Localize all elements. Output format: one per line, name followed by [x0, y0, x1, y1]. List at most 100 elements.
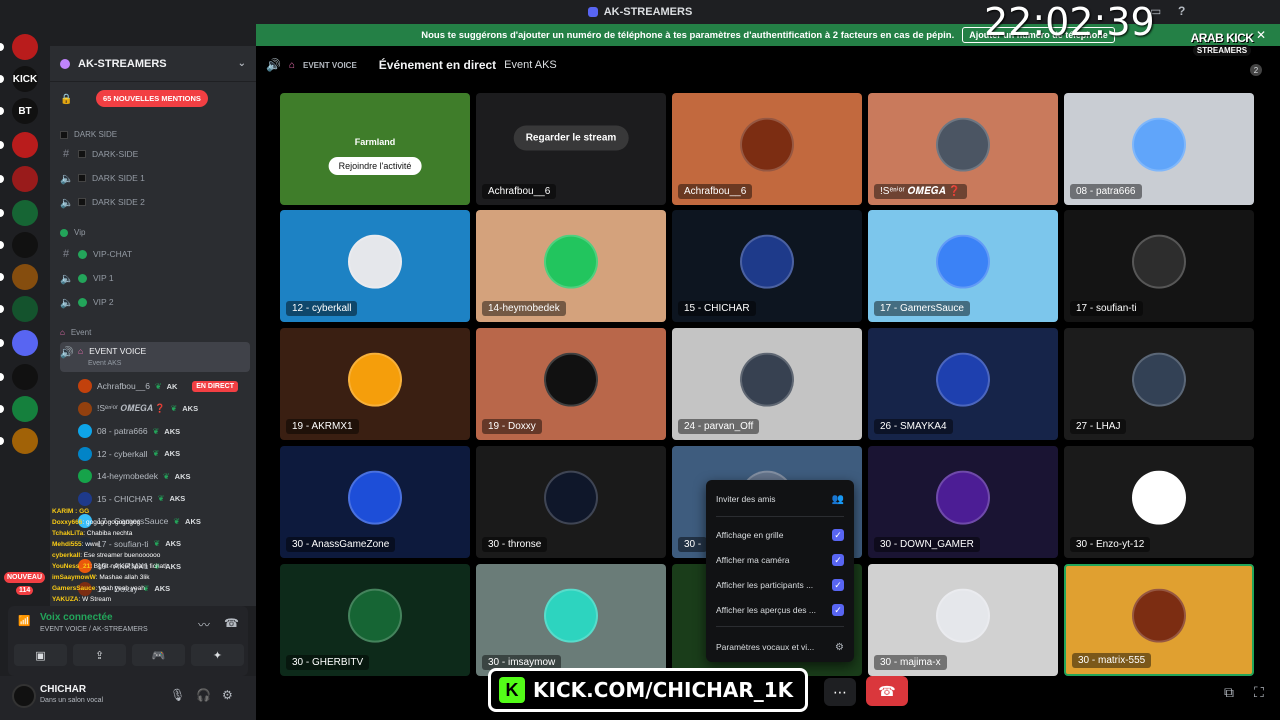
participant-tile[interactable]: Achrafbou__6 — [672, 93, 862, 205]
signal-icon[interactable]: 📶 — [18, 616, 30, 627]
grid-view-item[interactable]: Affichage en grille ✓ — [716, 526, 846, 544]
server-icon[interactable]: BT — [12, 98, 38, 124]
server-icon[interactable] — [12, 166, 38, 192]
channel-vip-chat[interactable]: # VIP-CHAT — [60, 244, 250, 264]
server-icon[interactable] — [12, 132, 38, 158]
participant-tile[interactable]: 17 - GamersSauce — [868, 210, 1058, 322]
server-icon[interactable] — [12, 232, 38, 258]
activity-button[interactable]: 🎮 — [132, 644, 185, 666]
avatar — [78, 424, 92, 438]
participant-tile[interactable]: 19 - AKRMX1 — [280, 328, 470, 440]
participant-tile[interactable]: 15 - CHICHAR — [672, 210, 862, 322]
category-dark-side[interactable]: DARK SIDE — [60, 130, 117, 139]
soundboard-button[interactable]: ✦ — [191, 644, 244, 666]
server-icon[interactable] — [12, 428, 38, 454]
voice-user-row[interactable]: 12 - cyberkall ❦ AKS — [78, 444, 250, 464]
participant-name: 30 - — [678, 537, 708, 552]
participant-tile[interactable]: 26 - SMAYKA4 — [868, 328, 1058, 440]
participant-name: 26 - SMAYKA4 — [874, 419, 953, 434]
popout-icon[interactable]: ⧉ — [1224, 684, 1234, 701]
participant-tile[interactable]: !Sᵉⁿⁱᵒʳ 𝑶𝑴𝑬𝑮𝑨 ❓ — [868, 93, 1058, 205]
user-name[interactable]: CHICHAR — [40, 684, 86, 695]
server-icon[interactable] — [12, 330, 38, 356]
category-vip[interactable]: Vip — [60, 228, 85, 237]
participant-name: 12 - cyberkall — [286, 301, 358, 316]
voice-user-row[interactable]: Achrafbou__6 ❦ AK EN DIRECT — [78, 376, 250, 396]
channel-dark-side[interactable]: # DARK-SIDE — [60, 144, 250, 164]
disconnect-icon[interactable]: ☎ — [224, 616, 239, 630]
microphone-icon[interactable]: 🎙 — [170, 688, 185, 702]
participant-tile[interactable]: 08 - patra666 — [1064, 93, 1254, 205]
participant-tile[interactable]: 30 - Enzo-yt-12 — [1064, 446, 1254, 558]
server-icon[interactable] — [12, 264, 38, 290]
voice-status[interactable]: Voix connectée — [40, 612, 113, 623]
new-servers-count: 114 — [16, 586, 34, 595]
participant-tile[interactable]: 30 - DOWN_GAMER — [868, 446, 1058, 558]
checkbox-checked-icon[interactable]: ✓ — [832, 604, 844, 616]
server-icon[interactable] — [12, 396, 38, 422]
channel-vip-2[interactable]: 🔈 VIP 2 — [60, 292, 250, 312]
checkbox-checked-icon[interactable]: ✓ — [832, 529, 844, 541]
more-options-button[interactable]: ⋯ — [824, 678, 856, 706]
join-activity-button[interactable]: Rejoindre l'activité — [328, 157, 422, 175]
server-icon[interactable] — [12, 364, 38, 390]
participant-tile[interactable]: 14-heymobedek — [476, 210, 666, 322]
participant-tile[interactable]: 30 - thronse — [476, 446, 666, 558]
participant-tile[interactable]: 30 - imsaymow — [476, 564, 666, 676]
channel-dark-side-1[interactable]: 🔈 DARK SIDE 1 — [60, 168, 250, 188]
voice-user-row[interactable]: !Sᵉⁿⁱᵒʳ 𝑶𝑴𝑬𝑮𝑨 ❓ ❦ AKS — [78, 399, 250, 419]
gear-icon[interactable]: ⚙ — [222, 688, 233, 702]
chat-text: : www — [81, 541, 100, 548]
participant-tile[interactable]: 30 - AnassGameZone — [280, 446, 470, 558]
house-icon: ⌂ — [78, 346, 84, 356]
checkbox-checked-icon[interactable]: ✓ — [832, 579, 844, 591]
server-icon[interactable] — [12, 34, 38, 60]
voice-user-tag: AKS — [164, 426, 181, 436]
fullscreen-icon[interactable]: ⛶ — [1254, 684, 1264, 701]
avatar — [936, 470, 990, 525]
stream-tile[interactable]: Regarder le stream Achrafbou__6 — [476, 93, 666, 205]
participant-tile[interactable]: 30 - matrix-555 — [1064, 564, 1254, 676]
channel-vip-1[interactable]: 🔈 VIP 1 — [60, 268, 250, 288]
participant-tile[interactable]: 19 - Doxxy — [476, 328, 666, 440]
voice-user-row[interactable]: 14-heymobedek ❦ AKS — [78, 466, 250, 486]
server-icon[interactable] — [12, 296, 38, 322]
guild-header[interactable]: AK-STREAMERS ⌄ — [50, 46, 256, 82]
participant-name: 17 - GamersSauce — [874, 301, 970, 316]
show-camera-item[interactable]: Afficher ma caméra ✓ — [716, 551, 846, 569]
new-mentions-pill[interactable]: 65 NOUVELLES MENTIONS — [96, 90, 208, 107]
checkbox-checked-icon[interactable]: ✓ — [832, 554, 844, 566]
avatar[interactable] — [12, 684, 36, 708]
category-event[interactable]: ⌂ Event — [60, 328, 91, 337]
participant-tile[interactable]: 27 - LHAJ — [1064, 328, 1254, 440]
new-servers-pill[interactable]: NOUVEAU — [4, 572, 46, 583]
camera-button[interactable]: ▣ — [14, 644, 67, 666]
headphones-icon[interactable]: 🎧 — [196, 688, 211, 702]
server-icon[interactable]: KICK — [12, 66, 38, 92]
avatar — [78, 446, 92, 461]
green-dot-icon — [78, 273, 87, 283]
channel-event-voice[interactable]: 🔊 ⌂ EVENT VOICE Event AKS — [60, 342, 250, 372]
voice-settings-item[interactable]: Paramètres vocaux et vi... ⚙ — [716, 638, 846, 656]
activity-tile[interactable]: Farmland Rejoindre l'activité — [280, 93, 470, 205]
voice-user-row[interactable]: 08 - patra666 ❦ AKS — [78, 421, 250, 441]
noise-suppression-icon[interactable]: 〰 — [198, 616, 210, 633]
show-previews-item[interactable]: Afficher les aperçus des ... ✓ — [716, 601, 846, 619]
chevron-down-icon[interactable]: ⌄ — [238, 58, 246, 69]
hang-up-button[interactable]: ☎ — [866, 676, 908, 706]
voice-user-tag: AKS — [169, 494, 186, 503]
invite-friends-item[interactable]: Inviter des amis 👥 — [716, 490, 846, 508]
participant-tile[interactable]: 30 - GHERBITV — [280, 564, 470, 676]
participant-tile[interactable]: 17 - soufian-ti — [1064, 210, 1254, 322]
watch-stream-button[interactable]: Regarder le stream — [513, 125, 629, 151]
participant-tile[interactable]: 12 - cyberkall — [280, 210, 470, 322]
show-participants-item[interactable]: Afficher les participants ... ✓ — [716, 576, 846, 594]
server-icon[interactable] — [12, 200, 38, 226]
participant-tile[interactable]: 30 - majima-x — [868, 564, 1058, 676]
screen-share-button[interactable]: ⇪ — [73, 644, 126, 666]
close-icon[interactable]: ✕ — [1256, 28, 1266, 42]
channel-dark-side-2[interactable]: 🔈 DARK SIDE 2 — [60, 192, 250, 212]
voice-channel-path[interactable]: EVENT VOICE / AK-STREAMERS — [40, 626, 148, 633]
chat-user: KARIM : GG — [52, 508, 90, 515]
participant-tile[interactable]: 24 - parvan_Off — [672, 328, 862, 440]
